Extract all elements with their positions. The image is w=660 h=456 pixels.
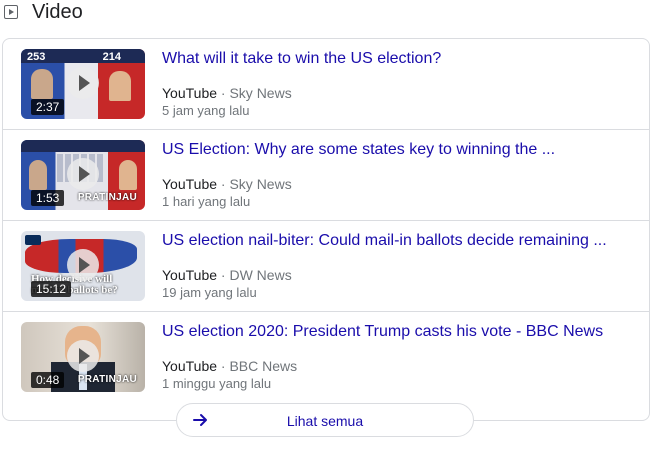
candidate-left-figure: [29, 160, 47, 190]
video-meta: YouTube · BBC News: [162, 357, 297, 375]
meta-separator: ·: [220, 85, 226, 101]
video-meta: YouTube · Sky News: [162, 175, 292, 193]
video-title-link[interactable]: US election nail-biter: Could mail-in ba…: [162, 231, 632, 251]
video-channel: BBC News: [229, 358, 298, 374]
see-all-label: Lihat semua: [286, 413, 364, 429]
video-duration: 0:48: [31, 372, 65, 388]
video-time-ago: 1 hari yang lalu: [162, 194, 251, 209]
section-title: Video: [32, 1, 83, 23]
preview-label: PRATINJAU: [77, 374, 137, 385]
video-platform: YouTube: [162, 267, 218, 283]
section-header: Video: [0, 0, 83, 24]
video-results-card: 253 214 2:37 What will it take to win th…: [2, 38, 650, 421]
preview-label: PRATINJAU: [77, 192, 137, 203]
video-result[interactable]: 1:53 PRATINJAU US Election: Why are some…: [3, 130, 649, 221]
video-play-icon: [4, 5, 18, 19]
video-channel: Sky News: [229, 176, 292, 192]
play-icon: [67, 249, 99, 281]
video-title-link[interactable]: US Election: Why are some states key to …: [162, 140, 632, 160]
video-time-ago: 1 minggu yang lalu: [162, 376, 272, 391]
video-time-ago: 5 jam yang lalu: [162, 103, 250, 118]
meta-separator: ·: [220, 267, 226, 283]
video-thumbnail[interactable]: How decisive will mail-in ballots be? 15…: [21, 231, 145, 301]
video-time-ago: 19 jam yang lalu: [162, 285, 257, 300]
video-platform: YouTube: [162, 358, 218, 374]
video-title-link[interactable]: What will it take to win the US election…: [162, 49, 632, 69]
video-meta: YouTube · DW News: [162, 266, 292, 284]
scoreboard-rep: 214: [102, 51, 121, 63]
video-meta: YouTube · Sky News: [162, 84, 292, 102]
video-channel: Sky News: [229, 85, 292, 101]
play-icon: [67, 340, 99, 372]
video-thumbnail[interactable]: 0:48 PRATINJAU: [21, 322, 145, 392]
candidate-right-figure: [119, 160, 137, 190]
play-icon: [67, 67, 99, 99]
video-duration: 2:37: [31, 99, 65, 115]
video-title-link[interactable]: US election 2020: President Trump casts …: [162, 322, 632, 342]
candidate-right-figure: [109, 71, 131, 101]
video-platform: YouTube: [162, 176, 218, 192]
meta-separator: ·: [220, 358, 226, 374]
scoreboard-dem: 253: [27, 51, 46, 63]
video-thumbnail[interactable]: 253 214 2:37: [21, 49, 145, 119]
video-duration: 1:53: [31, 190, 65, 206]
play-icon: [67, 158, 99, 190]
video-channel: DW News: [229, 267, 292, 283]
see-all-button[interactable]: Lihat semua: [176, 403, 474, 437]
meta-separator: ·: [220, 176, 226, 192]
scoreboard-strip: [21, 140, 145, 152]
video-result[interactable]: How decisive will mail-in ballots be? 15…: [3, 221, 649, 312]
dw-logo: [25, 235, 41, 245]
video-result[interactable]: 0:48 PRATINJAU US election 2020: Preside…: [3, 312, 649, 403]
video-result[interactable]: 253 214 2:37 What will it take to win th…: [3, 39, 649, 130]
video-platform: YouTube: [162, 85, 218, 101]
video-duration: 15:12: [31, 281, 72, 297]
candidate-left-figure: [31, 69, 53, 99]
video-thumbnail[interactable]: 1:53 PRATINJAU: [21, 140, 145, 210]
